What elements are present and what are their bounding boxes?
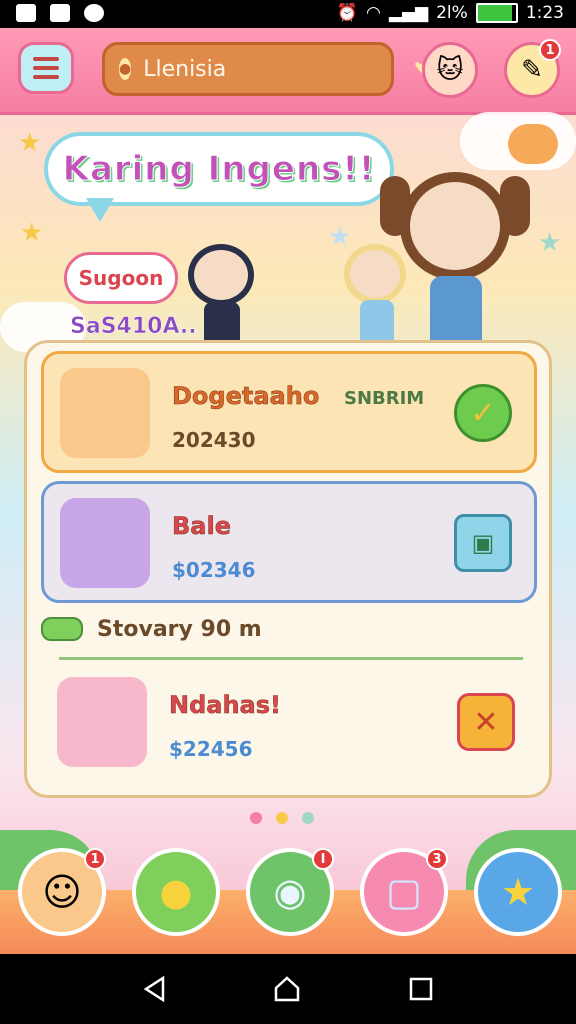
alarm-icon: [84, 4, 104, 22]
battery-text: 2l%: [436, 3, 468, 23]
notification-badge: 1: [84, 848, 106, 870]
dock-robot-button[interactable]: ◉ I: [246, 848, 334, 936]
character-face-icon: ☺: [42, 870, 82, 914]
girl-body: [430, 276, 482, 340]
menu-icon-line: [33, 75, 59, 79]
recents-button[interactable]: [406, 974, 436, 1004]
girl-pigtail: [380, 176, 410, 236]
download-icon: [50, 4, 70, 22]
list-panel: Dogetaaho SNBRIM 202430 ✓ Bale $02346 ▣ …: [24, 340, 552, 798]
blond-body: [360, 300, 394, 340]
section-label: Stovary 90 m: [97, 617, 262, 642]
box-icon: ▣: [471, 529, 495, 557]
back-icon: [143, 976, 165, 1002]
small-bubble-text: Sugoon: [78, 266, 164, 290]
dock-profile-button[interactable]: ☺ 1: [18, 848, 106, 936]
item-name: Dogetaaho: [172, 382, 320, 411]
small-speech-bubble: Sugoon: [64, 252, 178, 304]
avatar: [60, 498, 150, 588]
page-dot[interactable]: [250, 812, 262, 824]
item-name: Ndahas!: [169, 691, 281, 720]
menu-icon-line: [33, 66, 59, 70]
cat-face-icon: 🐱: [436, 55, 464, 85]
back-button[interactable]: [140, 974, 170, 1004]
close-icon: ✕: [473, 704, 499, 740]
notification-badge: 1: [539, 39, 561, 61]
home-icon: [274, 976, 300, 1002]
list-item[interactable]: Dogetaaho SNBRIM 202430 ✓: [41, 351, 537, 473]
star-decoration: ★: [18, 128, 42, 158]
avatar: [57, 677, 147, 767]
speech-bubble-tail: [86, 198, 114, 222]
girl-pigtail: [500, 176, 530, 236]
dock-chick-button[interactable]: ●: [132, 848, 220, 936]
boy-head: [188, 244, 254, 306]
chick-icon: ●: [159, 870, 193, 914]
status-left-icons: [16, 4, 104, 22]
item-value: 202430: [172, 428, 256, 452]
notification-badge: I: [312, 848, 334, 870]
dock-magic-button[interactable]: ★: [474, 848, 562, 936]
dock-ghost-button[interactable]: ▢ 3: [360, 848, 448, 936]
menu-button[interactable]: [18, 42, 74, 94]
notification-badge: 3: [426, 848, 448, 870]
speech-bubble: Karing Ingens!!: [44, 132, 394, 206]
status-right: ⏰ ◠ ▂▄▆ 2l% 1:23: [337, 3, 564, 23]
blond-head: [344, 244, 406, 304]
gift-box-button[interactable]: ▣: [454, 514, 512, 572]
top-bar: ● 🐱 ✎ 1: [0, 28, 576, 115]
list-item[interactable]: Ndahas! $22456 ✕: [41, 663, 537, 781]
remove-button[interactable]: ✕: [457, 693, 515, 751]
home-button[interactable]: [272, 974, 302, 1004]
check-button[interactable]: ✓: [454, 384, 512, 442]
alarm-clock-icon: ⏰: [336, 3, 359, 23]
cat-icon: [508, 124, 558, 164]
menu-icon-line: [33, 57, 59, 61]
item-value: $02346: [172, 558, 256, 582]
boy-body: [204, 302, 240, 342]
hero-banner: ★ ★ ★ ★ Karing Ingens!! Sugoon SaS410A..: [0, 112, 576, 352]
edit-button[interactable]: ✎ 1: [504, 39, 561, 98]
divider-line: [59, 657, 523, 660]
item-name: Bale: [172, 512, 232, 541]
battery-level: [477, 5, 512, 21]
page-indicator: [250, 812, 314, 824]
page-dot[interactable]: [302, 812, 314, 824]
star-decoration: ★: [20, 218, 44, 248]
bottom-dock: ☺ 1 ● ◉ I ▢ 3 ★: [0, 830, 576, 954]
ghost-icon: ▢: [386, 870, 422, 914]
section-divider: Stovary 90 m: [41, 611, 537, 660]
clock: 1:23: [525, 3, 564, 23]
list-item[interactable]: Bale $02346 ▣: [41, 481, 537, 603]
image-icon: [16, 4, 36, 22]
wifi-icon: ◠: [366, 3, 381, 23]
star-decoration: ★: [538, 228, 562, 258]
cat-profile-button[interactable]: 🐱: [422, 42, 478, 98]
system-nav-bar: [0, 954, 576, 1024]
robot-icon: ◉: [273, 870, 307, 914]
pencil-icon: ✎: [521, 55, 543, 85]
search-bar[interactable]: ●: [102, 42, 431, 96]
status-bar: ⏰ ◠ ▂▄▆ 2l% 1:23: [0, 0, 576, 28]
item-value: $22456: [169, 737, 253, 761]
avatar: [60, 368, 150, 458]
key-icon: [41, 617, 83, 641]
signal-icon: ▂▄▆: [388, 3, 429, 23]
search-input[interactable]: [141, 55, 420, 83]
hero-subtitle: SaS410A..: [70, 314, 197, 340]
star-decoration: ★: [328, 222, 352, 252]
magic-wand-icon: ★: [500, 870, 536, 914]
hero-title: Karing Ingens!!: [62, 149, 376, 190]
girl-head: [400, 172, 510, 280]
location-dot-icon: ●: [119, 58, 132, 80]
battery-icon: [475, 3, 518, 23]
page-dot[interactable]: [276, 812, 288, 824]
recents-icon: [409, 977, 433, 1001]
item-tag: SNBRIM: [344, 388, 425, 409]
check-icon: ✓: [470, 395, 496, 431]
